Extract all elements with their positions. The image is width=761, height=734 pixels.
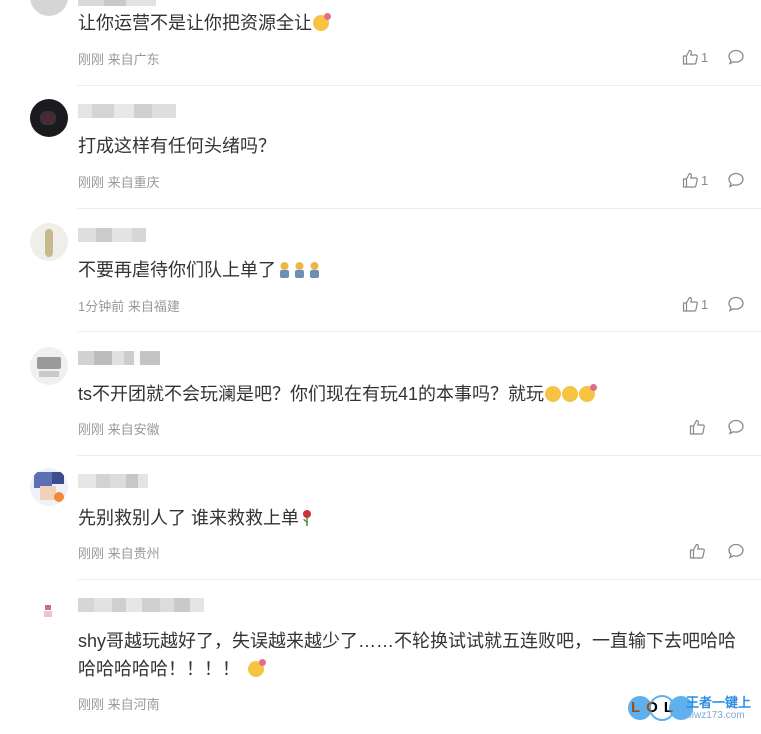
watermark-url: lolwz173.com [684, 710, 745, 721]
thumbs-up-icon [682, 49, 698, 65]
comment-time: 刚刚 [78, 52, 105, 67]
like-button[interactable]: 1 [682, 48, 708, 66]
like-button[interactable] [689, 418, 705, 436]
avatar[interactable] [30, 468, 68, 506]
comment-meta: 刚刚 来自广东 [78, 49, 160, 68]
rose-icon [303, 510, 311, 526]
thumbs-up-icon [689, 419, 705, 435]
divider [77, 208, 761, 209]
comment-time: 刚刚 [78, 422, 105, 437]
thumbs-up-icon [682, 172, 698, 188]
avatar[interactable] [30, 223, 68, 261]
emoji-icon [313, 13, 331, 31]
comment-time: 刚刚 [78, 546, 105, 561]
site-watermark: LOL 王者一键上 lolwz173.com [626, 686, 761, 729]
avatar[interactable] [30, 594, 68, 632]
like-button[interactable]: 1 [682, 171, 708, 189]
comment-time: 1分钟前 [78, 299, 125, 314]
reply-icon[interactable] [727, 542, 745, 560]
thumbs-up-icon [682, 296, 698, 312]
username-blurred[interactable] [78, 104, 176, 118]
thumbs-up-icon [689, 543, 705, 559]
emoji-icon [562, 386, 579, 402]
comment-text: ts不开团就不会玩澜是吧？你们现在有玩41的本事吗？就玩 [78, 382, 598, 406]
comment-meta: 刚刚 来自贵州 [78, 543, 160, 562]
avatar[interactable] [30, 0, 68, 16]
avatar[interactable] [30, 347, 68, 385]
comment-time: 刚刚 [78, 697, 105, 712]
avatar[interactable] [30, 99, 68, 137]
comment-location: 来自福建 [127, 299, 180, 314]
comment-text: 让你运营不是让你把资源全让 [78, 11, 331, 35]
figure-emoji-icon [310, 262, 319, 278]
comment-text: 先别救别人了 谁来救救上单 [78, 506, 313, 530]
reply-icon[interactable] [727, 48, 745, 66]
username-blurred[interactable] [78, 474, 148, 488]
username-blurred[interactable] [78, 598, 204, 612]
figure-emoji-icon [295, 262, 304, 278]
reply-icon[interactable] [727, 418, 745, 436]
like-button[interactable] [689, 542, 705, 560]
divider [77, 455, 761, 456]
reply-icon[interactable] [727, 171, 745, 189]
comment-location: 来自广东 [107, 52, 160, 67]
divider [77, 85, 761, 86]
comment-meta: 刚刚 来自安徽 [78, 419, 160, 438]
username-blurred[interactable] [78, 351, 160, 365]
comment-location: 来自贵州 [107, 546, 160, 561]
like-count: 1 [701, 296, 709, 312]
username-blurred[interactable] [78, 228, 146, 242]
divider [77, 579, 761, 580]
comment-meta: 刚刚 来自河南 [78, 694, 160, 713]
comment-location: 来自河南 [107, 697, 160, 712]
comment-text: shy哥越玩越好了，失误越来越少了……不轮换试试就五连败吧，一直输下去吧哈哈哈哈… [78, 631, 737, 679]
emoji-icon [579, 384, 598, 402]
emoji-icon [248, 659, 266, 677]
like-count: 1 [701, 49, 709, 65]
comment-location: 来自安徽 [107, 422, 160, 437]
comment-time: 刚刚 [78, 175, 105, 190]
emoji-icon [545, 386, 562, 402]
figure-emoji-icon [280, 262, 289, 278]
divider [77, 331, 761, 332]
like-button[interactable]: 1 [682, 295, 708, 313]
comment-text: 不要再虐待你们队上单了 [78, 258, 321, 282]
comment-location: 来自重庆 [107, 175, 160, 190]
watermark-title: 王者一键上 [686, 695, 752, 710]
like-count: 1 [701, 172, 709, 188]
comment-text: 打成这样有任何头绪吗？ [78, 136, 276, 156]
comment-meta: 1分钟前 来自福建 [78, 296, 180, 315]
comment-meta: 刚刚 来自重庆 [78, 172, 160, 191]
reply-icon[interactable] [727, 295, 745, 313]
